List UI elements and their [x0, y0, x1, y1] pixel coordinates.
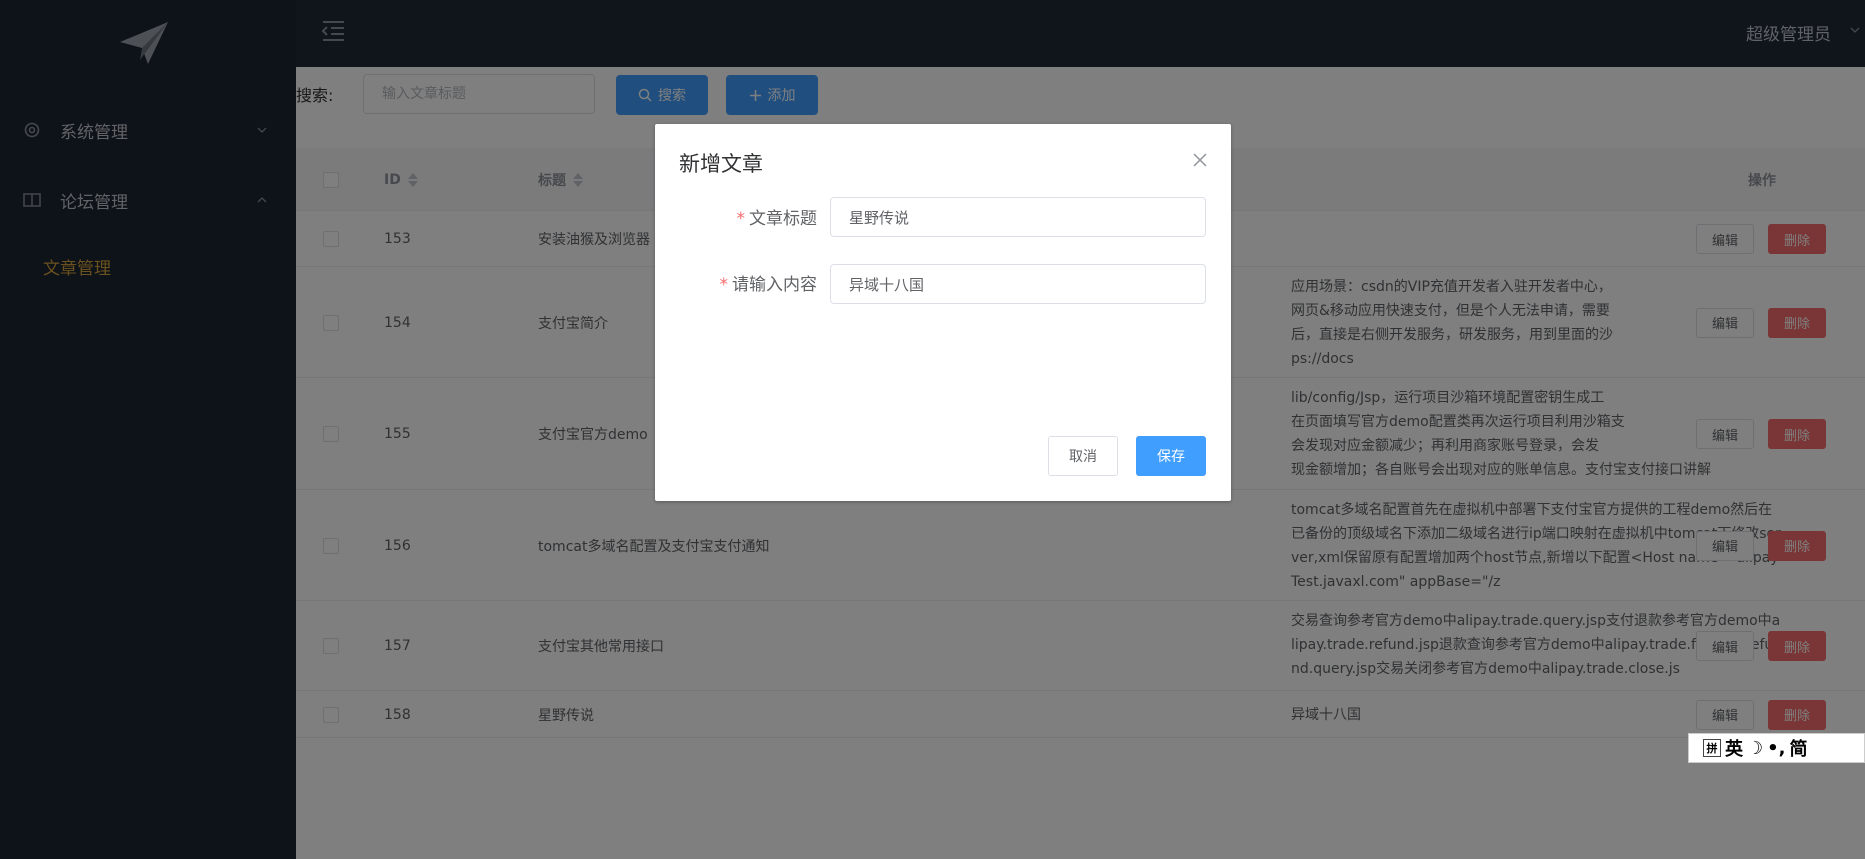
save-button[interactable]: 保存	[1136, 436, 1206, 476]
ime-toolbar[interactable]: 拼 英 ☽ •, 简	[1688, 733, 1865, 763]
ime-punctuation-icon[interactable]: •,	[1767, 738, 1785, 759]
dialog-title: 新增文章	[679, 152, 763, 176]
article-content-input[interactable]	[830, 264, 1206, 304]
content-field-label: * 请输入内容	[719, 275, 818, 295]
ime-pinyin-icon[interactable]: 拼	[1703, 739, 1721, 757]
add-article-dialog: 新增文章 *文章标题 *请输入内容 取消 保存	[655, 124, 1231, 501]
ime-moon-icon[interactable]: ☽	[1747, 738, 1763, 759]
title-field-label: * 文章标题	[736, 209, 818, 229]
ime-simplified-toggle[interactable]: 简	[1789, 735, 1807, 761]
article-title-input[interactable]	[830, 197, 1206, 237]
close-icon[interactable]	[1191, 151, 1209, 169]
ime-english-toggle[interactable]: 英	[1725, 735, 1743, 761]
cancel-button[interactable]: 取消	[1048, 436, 1118, 476]
